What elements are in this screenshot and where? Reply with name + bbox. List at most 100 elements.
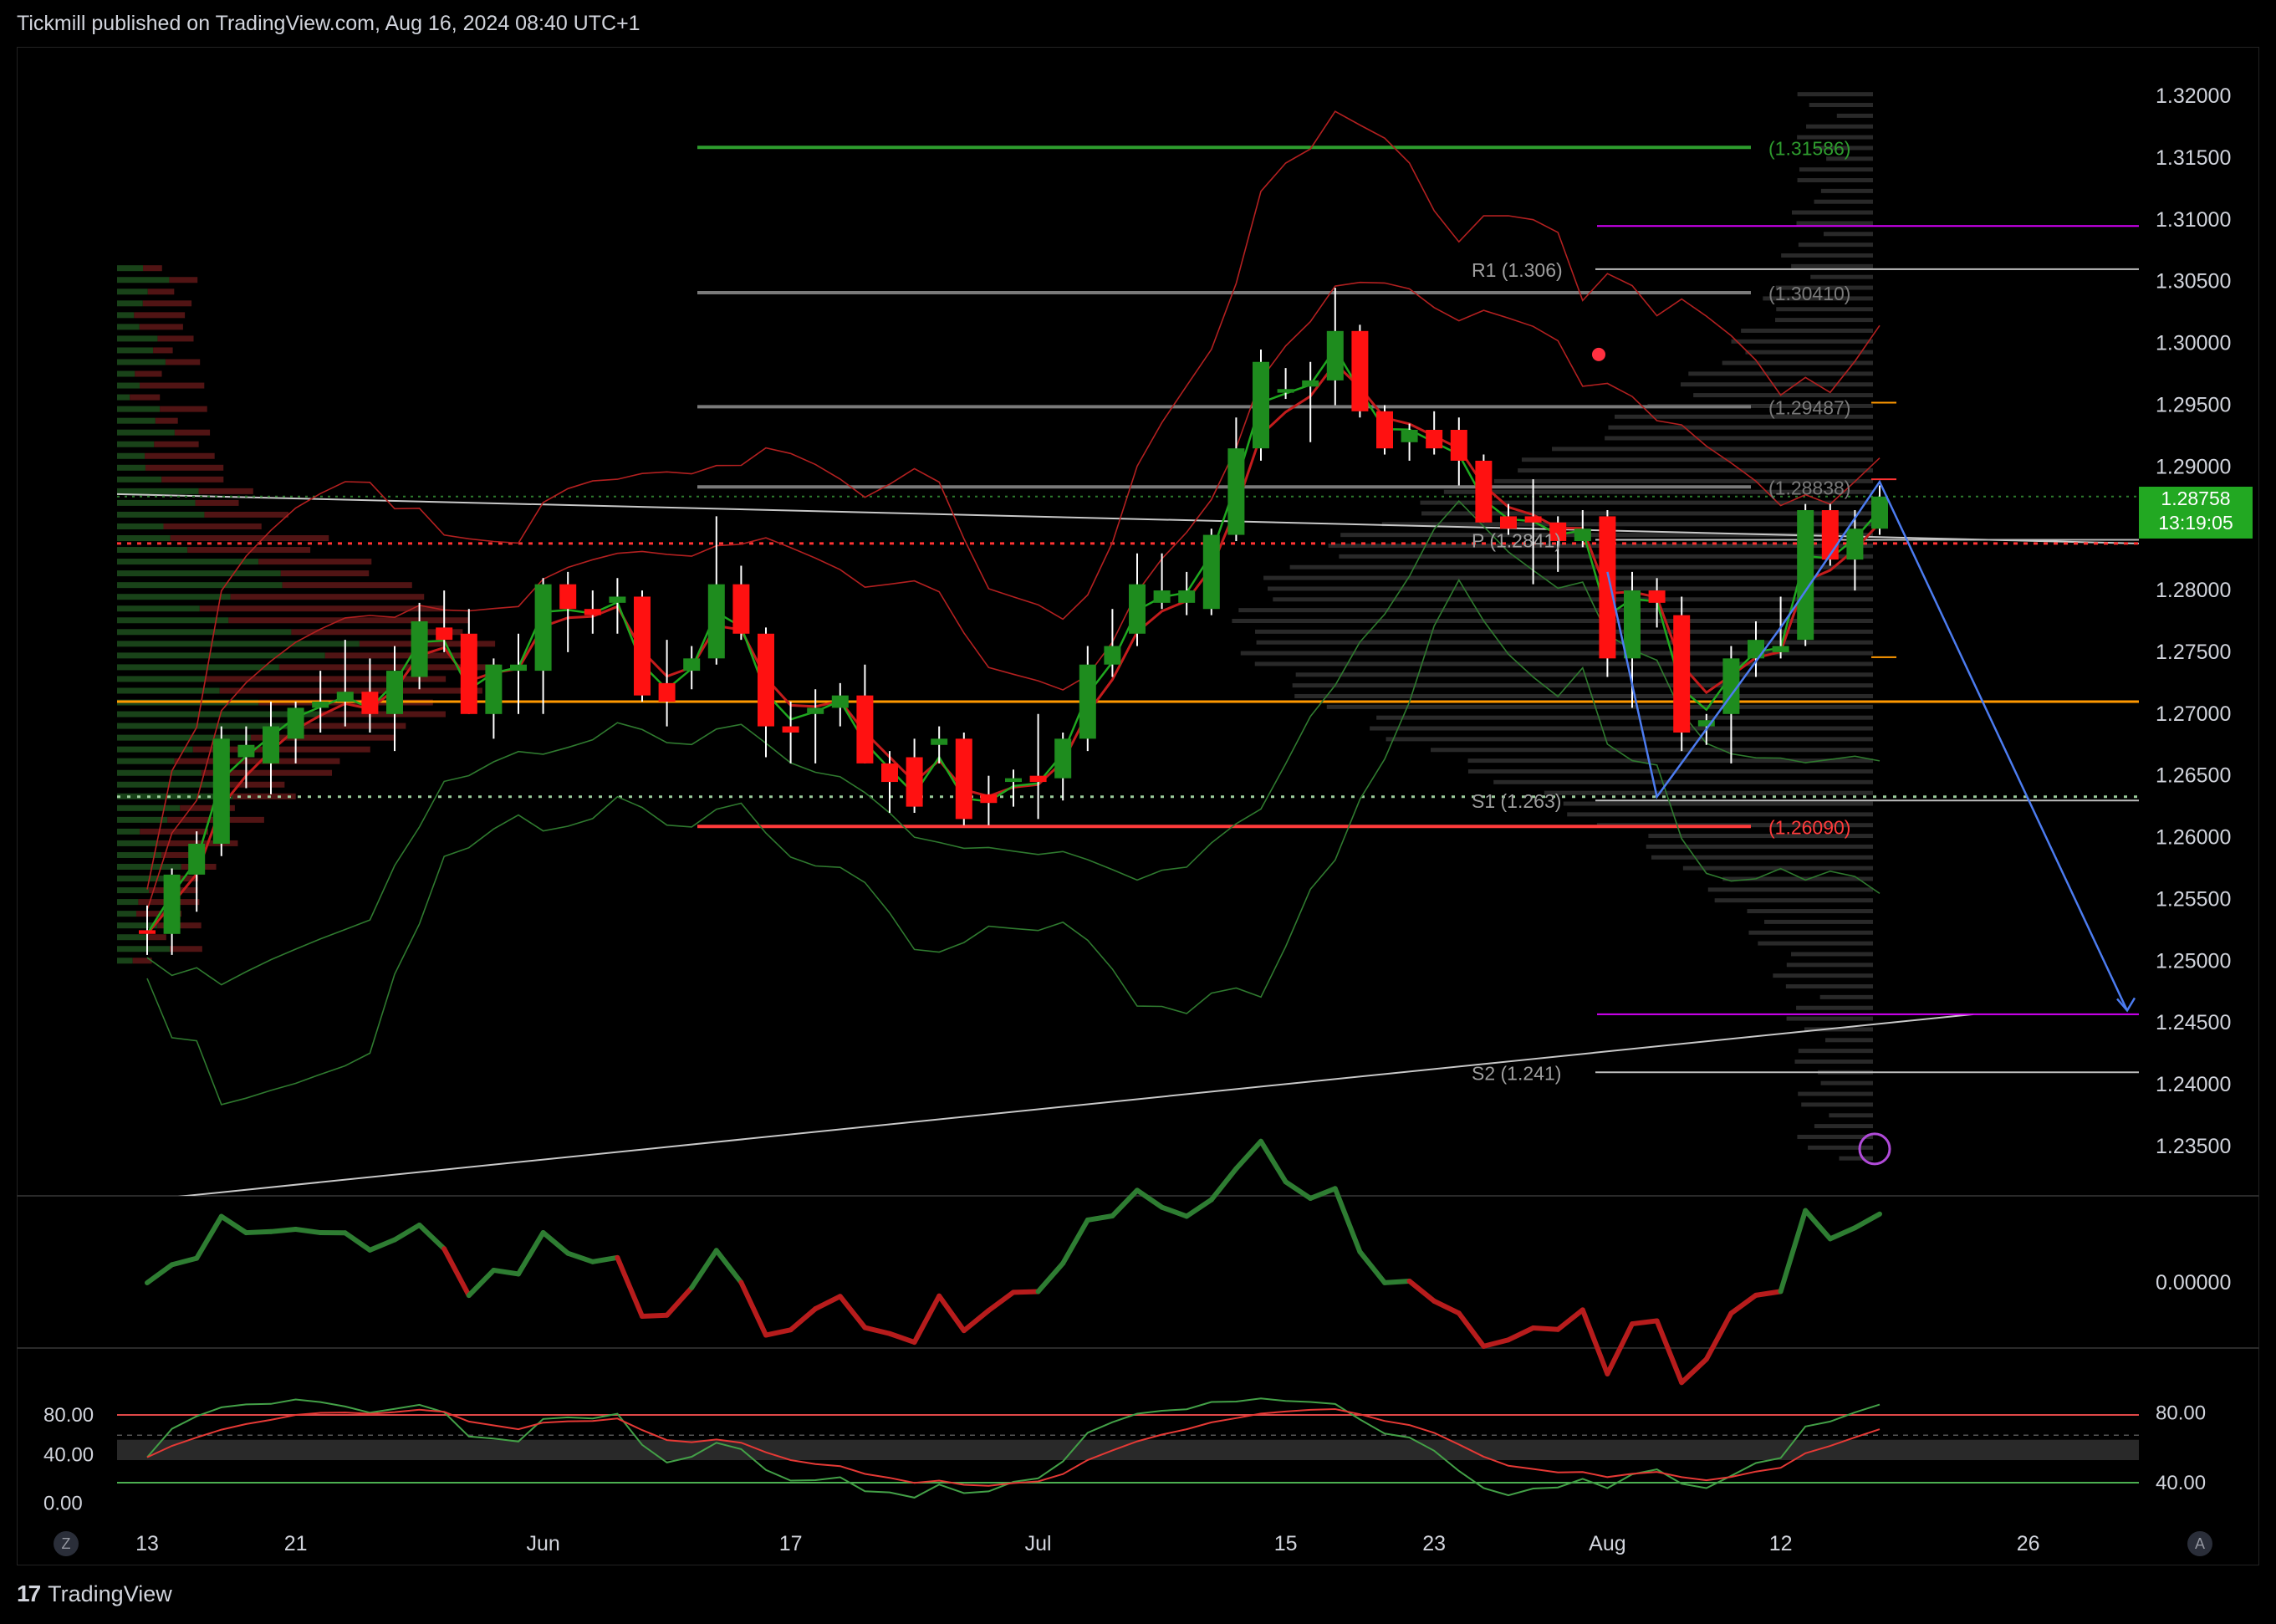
candle-body [955, 738, 972, 820]
oscillator-segment [540, 1229, 571, 1256]
volume-profile-bar-down [230, 594, 425, 600]
volume-profile-bar-down [130, 394, 161, 401]
stochastic-left-tick: 0.00 [43, 1492, 83, 1514]
volume-profile-bar-up [117, 335, 158, 342]
time-tick-label: Jun [526, 1532, 559, 1555]
auto-scale-button[interactable]: A [2187, 1531, 2212, 1556]
oscillator-segment [887, 1330, 917, 1346]
session-volume-bar [1722, 360, 1873, 365]
candle-body [931, 738, 948, 745]
time-tick-label: 12 [1769, 1532, 1793, 1555]
session-volume-bar [1268, 586, 1873, 591]
candle-body [534, 584, 552, 672]
candle-body [1129, 584, 1146, 634]
candle-body [707, 584, 725, 659]
session-volume-bar [1823, 232, 1873, 237]
volume-profile-bar-up [117, 899, 139, 906]
session-volume-bar [1273, 597, 1873, 602]
candle [831, 682, 849, 727]
volume-profile-bar-up [117, 547, 188, 554]
oscillator-segment [1753, 1289, 1784, 1298]
session-volume-bar [1608, 425, 1873, 430]
volume-profile-bar-down [232, 793, 296, 799]
volume-profile-bar-down [187, 547, 311, 554]
stochastic-band [117, 1439, 2139, 1460]
candle-body [1624, 590, 1641, 659]
candle [163, 868, 181, 955]
candle [1029, 713, 1047, 820]
oscillator-segment [169, 1255, 200, 1268]
volume-profile-bar-down [139, 324, 183, 330]
candle-body [1376, 411, 1393, 449]
candle [683, 646, 701, 690]
candle-body [312, 702, 329, 708]
oscillator-segment [1233, 1138, 1263, 1172]
candle [1202, 529, 1220, 615]
candle-body [856, 695, 874, 763]
tradingview-logo[interactable]: 17 TradingView [17, 1581, 172, 1607]
pivot-label: S2 (1.241) [1472, 1062, 1561, 1084]
oscillator-segment [1852, 1211, 1882, 1231]
candle-body [758, 633, 774, 727]
footer-bar [0, 1565, 2276, 1624]
candle-body [1005, 778, 1022, 783]
session-volume-bar [1430, 748, 1873, 753]
oscillator-segment [1803, 1208, 1833, 1242]
oscillator-segment [1084, 1213, 1115, 1223]
time-tick-label: 17 [779, 1532, 803, 1555]
oscillator-segment [738, 1279, 768, 1338]
candle-body [1599, 516, 1616, 659]
session-volume-bar [1292, 683, 1873, 688]
volume-profile-bar-down [299, 723, 406, 729]
session-volume-bar [1801, 1102, 1873, 1107]
session-volume-bar [1785, 984, 1873, 989]
candle-body [263, 726, 279, 763]
oscillator-segment [1506, 1325, 1536, 1343]
volume-profile-bar-down [145, 464, 224, 471]
session-volume-bar [1798, 243, 1873, 248]
candle [1054, 732, 1072, 801]
oscillator-segment [1703, 1310, 1734, 1362]
candle-body [1227, 448, 1245, 535]
oscillator-segment [367, 1237, 397, 1253]
volume-profile-bar-down [160, 406, 207, 412]
price-chart[interactable]: (1.31586) (1.30410) (1.29487) (1.28838) (1.2… [0, 0, 2276, 1565]
session-volume-bar [1764, 919, 1873, 924]
volume-profile-bar-down [282, 582, 412, 589]
candle-body [1253, 361, 1269, 449]
volume-profile-bar-up [117, 359, 166, 365]
oscillator-segment [1258, 1138, 1289, 1185]
oscillator-segment [1011, 1289, 1041, 1295]
session-volume-bar [1820, 188, 1873, 193]
candle-body [559, 584, 577, 610]
volume-profile-bar-down [161, 476, 224, 483]
volume-profile-bar-down [143, 265, 162, 272]
session-volume-bar [1814, 1124, 1873, 1129]
session-volume-bar [1809, 103, 1873, 108]
session-volume-bar [1781, 253, 1873, 258]
volume-profile-bar-down [134, 312, 186, 319]
oscillator-segment [961, 1308, 992, 1334]
oscillator-segment [1555, 1307, 1585, 1332]
session-volume-bar [1741, 328, 1873, 333]
last-price: 1.28758 [2161, 488, 2231, 509]
volume-profile-bar-up [117, 652, 325, 659]
oscillator-segment [1184, 1197, 1214, 1219]
bar-countdown: 13:19:05 [2158, 512, 2233, 534]
candle [584, 590, 601, 634]
pivot-label: S1 (1.263) [1472, 790, 1561, 812]
volume-profile-bar-down [163, 523, 262, 529]
volume-profile-bar-up [117, 511, 205, 518]
candle [534, 578, 552, 714]
go-to-start-button[interactable]: Z [54, 1531, 79, 1556]
oscillator-segment [1481, 1337, 1511, 1349]
volume-profile-bar-up [117, 629, 292, 636]
volume-profile-bar-up [117, 429, 175, 436]
oscillator-segment [1530, 1325, 1561, 1332]
session-volume-bar [1745, 350, 1873, 355]
session-volume-bar [1773, 973, 1873, 978]
candle [782, 702, 799, 763]
session-volume-bar [1707, 887, 1873, 892]
candle-body [386, 671, 403, 714]
candle-body [436, 627, 453, 641]
